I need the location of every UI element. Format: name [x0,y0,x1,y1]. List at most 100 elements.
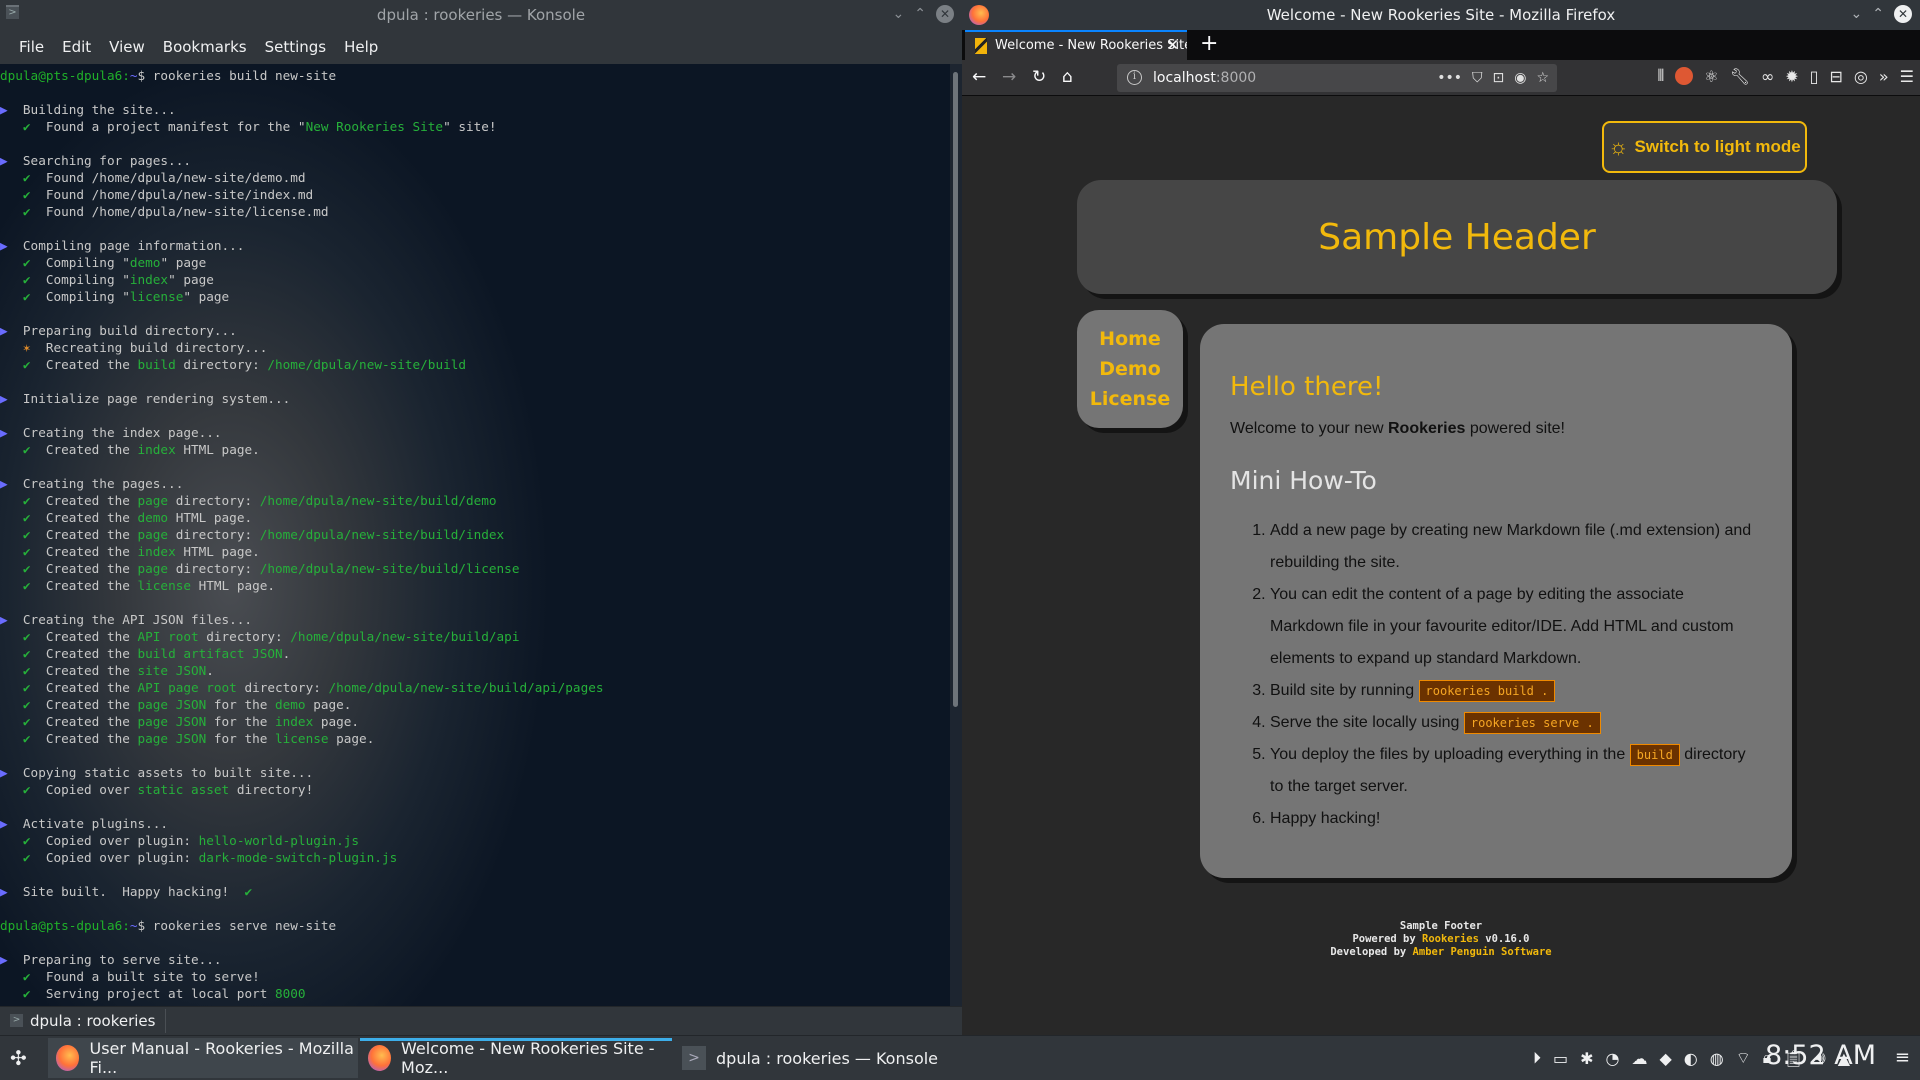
maximize-icon[interactable]: ⌃ [1872,6,1884,22]
switch-light-mode-button[interactable]: ☼ Switch to light mode [1602,121,1807,173]
nav-home-link[interactable]: Home [1099,328,1161,350]
terminal-text: " page [168,272,214,287]
maximize-icon[interactable]: ⌃ [914,6,926,22]
konsole-title: dpula : rookeries — Konsole [376,6,586,24]
terminal-line: ✔ Created the license HTML page. [0,577,950,594]
rookeries-link[interactable]: Rookeries [1422,933,1479,945]
wrench-icon[interactable]: 🔧︎ [1730,67,1750,86]
scrollbar-thumb[interactable] [953,72,958,707]
list-item: Happy hacking! [1270,803,1762,835]
reload-icon[interactable]: ↻ [1032,66,1046,88]
menu-view[interactable]: View [100,38,154,56]
menu-settings[interactable]: Settings [256,38,336,56]
home-icon[interactable]: ⌂ [1062,66,1073,88]
slack-icon[interactable]: ✱ [1580,1049,1593,1068]
gear-icon[interactable]: ✹ [1785,67,1798,86]
panel-menu-icon[interactable]: ≡ [1895,1047,1910,1068]
terminal-text: directory: [198,629,291,644]
terminal-line: ✔ Created the page JSON for the index pa… [0,713,950,730]
battery-icon[interactable]: ▭ [1553,1049,1568,1068]
kdeconnect-icon[interactable]: ◍ [1710,1049,1724,1068]
navigation-toolbar: ← → ↻ ⌂ i localhost:8000 ••• ⛉ ⊡ ◉ ☆ ⫴ ⚛… [962,60,1920,96]
url-bar[interactable]: i localhost:8000 ••• ⛉ ⊡ ◉ ☆ [1117,64,1557,92]
back-icon[interactable]: ← [972,66,986,88]
terminal-text: ▶ [0,952,16,967]
terminal-line: ✔ Found /home/dpula/new-site/license.md [0,203,950,220]
duckduckgo-icon[interactable] [1675,67,1694,85]
cloud-icon[interactable]: ☁ [1631,1049,1647,1068]
site-nav: Home Demo License [1077,310,1183,428]
menu-help[interactable]: Help [335,38,387,56]
browser-tab-active[interactable]: Welcome - New Rookeries Site ✕ [965,30,1187,60]
task-user-manual[interactable]: User Manual - Rookeries - Mozilla Fi... [48,1038,358,1078]
hamburger-menu-icon[interactable]: ☰ [1900,67,1914,86]
terminal-text: ▶ [0,323,16,338]
terminal-text: license [129,289,184,304]
web-page: ☼ Switch to light mode Sample Header Hom… [962,96,1920,1035]
page-actions-icon[interactable]: ••• [1437,64,1462,92]
react-devtools-icon[interactable]: ⚛ [1704,67,1718,86]
terminal-line: ✶ Recreating build directory... [0,339,950,356]
terminal-text: directory: [236,680,329,695]
site-info-icon[interactable]: i [1127,70,1142,85]
menu-file[interactable]: File [10,38,53,56]
terminal-line: ✔ Created the demo HTML page. [0,509,950,526]
terminal-line: ✔ Compiling "demo" page [0,254,950,271]
owl-icon[interactable]: ◎ [1854,67,1868,86]
screenshot-icon[interactable]: ⊟ [1829,67,1842,86]
nav-demo-link[interactable]: Demo [1099,358,1161,380]
tab-close-icon[interactable]: ✕ [1166,32,1179,59]
terminal-line: ✔ Created the page JSON for the demo pag… [0,696,950,713]
terminal-line: ✔ Created the index HTML page. [0,441,950,458]
minimize-icon[interactable]: ⌄ [1851,6,1863,22]
terminal-text: ✔ [0,697,39,712]
menu-edit[interactable]: Edit [53,38,100,56]
site-header: Sample Header [1077,180,1837,294]
terminal-text: Site built. Happy hacking! [15,884,245,899]
terminal-text: Compiling page information... [15,238,245,253]
clock-app-icon[interactable]: ◔ [1606,1049,1620,1068]
sync-icon[interactable]: ◐ [1684,1049,1698,1068]
terminal-text: Created the [38,493,138,508]
terminal-text: Preparing to serve site... [15,952,222,967]
terminal-scrollbar[interactable] [950,64,962,1006]
terminal-line: ▶ Creating the API JSON files... [0,611,950,628]
new-tab-button[interactable]: + [1200,30,1218,58]
wifi-icon[interactable]: ⌔ [1736,1048,1751,1068]
phpstorm-icon[interactable]: ◆ [1659,1049,1671,1068]
task-rookeries-site[interactable]: Welcome - New Rookeries Site - Moz... [360,1038,672,1078]
terminal-text: index [137,442,176,457]
sidebar-icon[interactable]: ▯ [1810,67,1819,86]
bookmark-star-icon[interactable]: ☆ [1536,64,1549,92]
url-host: localhost [1153,70,1216,86]
terminal-text: ✔ [0,272,39,287]
terminal-output[interactable]: dpula@pts-dpula6:~$ rookeries build new-… [0,64,950,1006]
library-icon[interactable]: ⫴ [1658,66,1665,86]
minimize-icon[interactable]: ⌄ [893,6,905,22]
terminal-text: for the [206,714,276,729]
reader-view-icon[interactable]: ⊡ [1492,64,1504,92]
subheading: Mini How-To [1230,466,1377,495]
media-player-icon[interactable]: ⏵ [1533,1048,1541,1068]
terminal-text: ✔ [0,629,39,644]
mask-icon[interactable]: ∞ [1761,67,1774,86]
pocket-icon[interactable]: ⛉ [1472,64,1483,92]
forward-icon[interactable]: → [1002,66,1016,88]
step-text: You deploy the files by uploading everyt… [1270,746,1630,763]
owl-extension-icon[interactable]: ◉ [1514,64,1526,92]
menu-bookmarks[interactable]: Bookmarks [154,38,256,56]
terminal-text: index [129,272,169,287]
app-launcher-icon[interactable]: ✣ [10,1046,27,1070]
konsole-tab[interactable]: > dpula : rookeries [4,1009,167,1033]
terminal-text: /home/dpula/new-site/build/license [259,561,520,576]
terminal-text: ▶ [0,425,16,440]
close-icon[interactable]: ✕ [936,5,954,23]
clock[interactable]: 8:52 AM [1765,1040,1876,1071]
overflow-chevron-icon[interactable]: » [1879,67,1889,86]
task-konsole[interactable]: > dpula : rookeries — Konsole [674,1038,986,1078]
developer-link[interactable]: Amber Penguin Software [1413,946,1552,958]
close-icon[interactable]: ✕ [1894,5,1912,23]
terminal-text: page [137,493,169,508]
nav-license-link[interactable]: License [1090,388,1171,410]
terminal-text: demo [275,697,306,712]
